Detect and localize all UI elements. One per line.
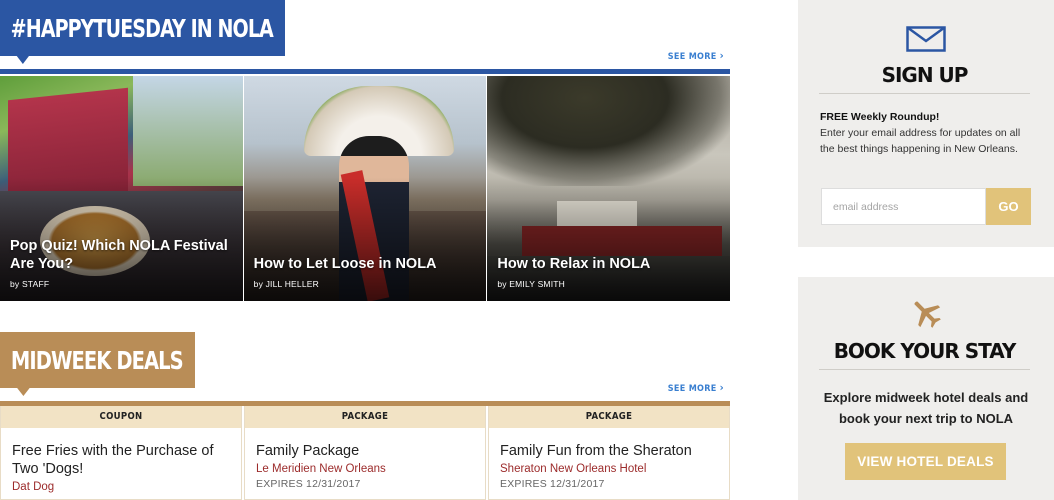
deal-title[interactable]: Free Fries with the Purchase of Two 'Dog… bbox=[12, 442, 231, 478]
book-stay-description: Explore midweek hotel deals and book you… bbox=[823, 390, 1029, 426]
midweek-deals-section-title: MIDWEEK DEALS bbox=[0, 332, 196, 396]
article-title[interactable]: Pop Quiz! Which NOLA Festival Are You? bbox=[10, 237, 233, 273]
deal-type-label: PACKAGE bbox=[489, 406, 729, 428]
article-byline: by JILL HELLER bbox=[253, 279, 319, 289]
signup-go-button[interactable]: GO bbox=[986, 188, 1031, 225]
signup-lead-text: FREE Weekly Roundup! bbox=[820, 111, 940, 123]
section-divider bbox=[0, 69, 730, 74]
deals-see-more-link[interactable]: SEE MORE › bbox=[668, 381, 724, 394]
article-byline: by STAFF bbox=[10, 279, 50, 289]
book-stay-heading: BOOK YOUR STAY bbox=[819, 339, 1030, 370]
airplane-icon bbox=[914, 301, 941, 328]
signup-heading: SIGN UP bbox=[819, 63, 1030, 94]
deal-expiration: EXPIRES 12/31/2017 bbox=[256, 478, 361, 490]
happytuesday-see-more-link[interactable]: SEE MORE › bbox=[668, 49, 724, 62]
deal-title[interactable]: Family Fun from the Sheraton bbox=[500, 442, 719, 460]
article-card[interactable]: How to Relax in NOLA by EMILY SMITH bbox=[487, 76, 731, 301]
article-title[interactable]: How to Let Loose in NOLA bbox=[254, 255, 477, 273]
deal-card[interactable]: PACKAGE Family Package Le Meridien New O… bbox=[244, 406, 486, 500]
chevron-right-icon: › bbox=[719, 49, 724, 62]
envelope-icon bbox=[906, 26, 946, 52]
deal-card[interactable]: PACKAGE Family Fun from the Sheraton She… bbox=[488, 406, 730, 500]
article-title[interactable]: How to Relax in NOLA bbox=[497, 255, 720, 273]
see-more-label: SEE MORE bbox=[667, 52, 717, 62]
signup-description: Enter your email address for updates on … bbox=[820, 127, 1021, 155]
deal-vendor: Sheraton New Orleans Hotel bbox=[500, 463, 647, 475]
deal-type-label: COUPON bbox=[1, 406, 241, 428]
deal-card[interactable]: COUPON Free Fries with the Purchase of T… bbox=[0, 406, 242, 500]
email-input[interactable] bbox=[821, 188, 986, 225]
chevron-right-icon: › bbox=[719, 381, 724, 394]
midweek-deals-title-text: MIDWEEK DEALS bbox=[10, 345, 184, 375]
view-hotel-deals-button[interactable]: VIEW HOTEL DEALS bbox=[845, 443, 1006, 480]
see-more-label: SEE MORE bbox=[667, 384, 717, 394]
deal-cards: COUPON Free Fries with the Purchase of T… bbox=[0, 406, 730, 500]
happytuesday-title-text: #HAPPYTUESDAY IN NOLA bbox=[10, 13, 274, 43]
article-cards: Pop Quiz! Which NOLA Festival Are You? b… bbox=[0, 76, 731, 301]
happytuesday-section-title: #HAPPYTUESDAY IN NOLA bbox=[0, 0, 286, 64]
deal-title[interactable]: Family Package bbox=[256, 442, 475, 460]
article-card[interactable]: Pop Quiz! Which NOLA Festival Are You? b… bbox=[0, 76, 243, 301]
deal-vendor: Le Meridien New Orleans bbox=[256, 463, 386, 475]
deal-type-label: PACKAGE bbox=[245, 406, 485, 428]
deal-expiration: EXPIRES 12/31/2017 bbox=[500, 478, 605, 490]
article-card[interactable]: How to Let Loose in NOLA by JILL HELLER bbox=[243, 76, 487, 301]
deal-vendor: Dat Dog bbox=[12, 481, 55, 493]
article-byline: by EMILY SMITH bbox=[497, 279, 566, 289]
